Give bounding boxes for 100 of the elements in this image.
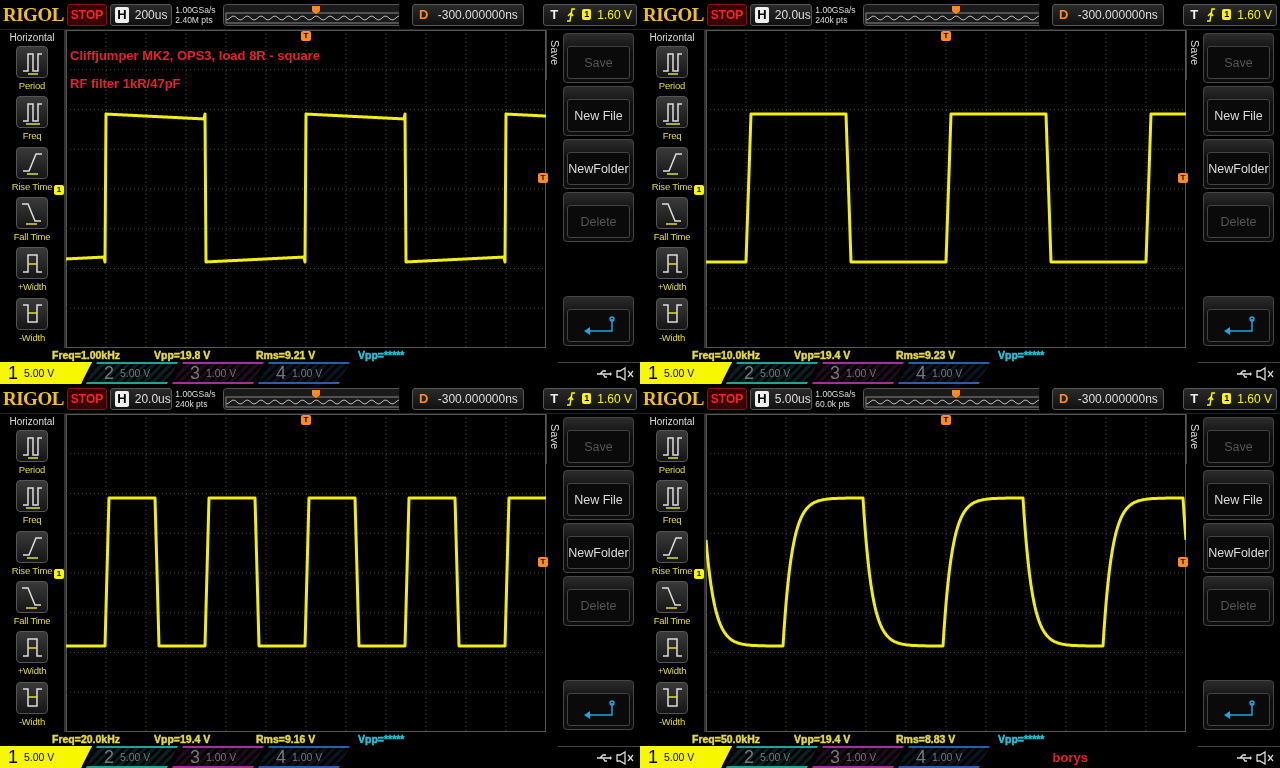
measurement-value: Freq=10.0kHz: [692, 349, 760, 361]
enter-button[interactable]: [563, 680, 634, 730]
measure-button[interactable]: [16, 480, 48, 513]
muted-speaker-icon: [1256, 750, 1274, 765]
delay-panel[interactable]: D -300.000000ns: [1051, 3, 1165, 26]
channel-tab[interactable]: 3 1.00 V: [812, 746, 904, 768]
measurement-value: Vpp=19.4 V: [154, 733, 211, 745]
channel-tab[interactable]: 1 5.00 V: [0, 746, 92, 768]
measure-button[interactable]: [16, 46, 48, 78]
channel-tab[interactable]: 4 1.00 V: [258, 746, 350, 768]
measure-button[interactable]: [656, 46, 688, 78]
menu-button[interactable]: NewFolder: [563, 523, 634, 573]
measure-button[interactable]: [16, 197, 48, 229]
channel-tab[interactable]: 3 1.00 V: [812, 362, 904, 384]
timebase-panel[interactable]: H 5.00us: [750, 387, 813, 410]
trigger-panel[interactable]: T 1 1.60 V: [543, 387, 637, 410]
measure-label: -Width: [658, 331, 686, 343]
timebase-panel[interactable]: H 200us: [110, 3, 173, 26]
run-status[interactable]: STOP: [706, 387, 748, 410]
measure-label: -Width: [18, 715, 46, 727]
measure-button[interactable]: [16, 631, 48, 664]
trigger-panel[interactable]: T 1 1.60 V: [543, 3, 637, 26]
channel-tab[interactable]: 3 1.00 V: [172, 362, 264, 384]
enter-button[interactable]: [1203, 680, 1274, 730]
sample-rate: 1.00GSa/s: [175, 388, 216, 399]
delay-panel[interactable]: D -300.000000ns: [411, 387, 525, 410]
memory-depth: 60.0k pts: [815, 398, 851, 409]
measure-button[interactable]: [656, 297, 688, 330]
channel-tab[interactable]: 1 5.00 V: [640, 362, 732, 384]
channel-tab[interactable]: 1 5.00 V: [640, 746, 732, 768]
trigger-position-marker: T: [301, 31, 311, 41]
measure-button[interactable]: [16, 146, 48, 179]
menu-button[interactable]: NewFolder: [1203, 523, 1274, 573]
muted-speaker-icon: [1256, 366, 1274, 381]
rising-edge-icon: [566, 7, 577, 22]
channel-tab[interactable]: 1 5.00 V: [0, 362, 92, 384]
measure-label: Fall Time: [653, 615, 691, 626]
trigger-panel[interactable]: T 1 1.60 V: [1183, 387, 1277, 410]
measure-label: Fall Time: [13, 615, 51, 626]
measure-button[interactable]: [656, 681, 688, 714]
channel-tab[interactable]: 2 5.00 V: [726, 362, 818, 384]
measure-button[interactable]: [16, 581, 48, 613]
enter-button[interactable]: [1203, 296, 1274, 346]
measurement-value: Freq=1.00kHz: [52, 349, 120, 361]
menu-title: Horizontal: [9, 31, 55, 45]
measure-button[interactable]: [656, 631, 688, 664]
annotation-text: RF filter 1kR/47pF: [70, 76, 181, 91]
menu-title: Horizontal: [9, 415, 55, 429]
measurement-value: Rms=9.21 V: [256, 349, 316, 361]
measure-button[interactable]: [656, 197, 688, 229]
measure-button[interactable]: [16, 297, 48, 330]
measure-button[interactable]: [656, 581, 688, 613]
delay-panel[interactable]: D -300.000000ns: [1051, 387, 1165, 410]
channel-tab[interactable]: 3 1.00 V: [172, 746, 264, 768]
measure-button[interactable]: [656, 96, 688, 129]
measure-button[interactable]: [656, 430, 688, 462]
muted-speaker-icon: [616, 750, 634, 765]
channel-tab[interactable]: 2 5.00 V: [86, 746, 178, 768]
delay-panel[interactable]: D -300.000000ns: [411, 3, 525, 26]
menu-button[interactable]: New File: [1203, 470, 1274, 520]
menu-button[interactable]: New File: [563, 470, 634, 520]
menu-button[interactable]: NewFolder: [563, 139, 634, 189]
trigger-panel[interactable]: T 1 1.60 V: [1183, 3, 1277, 26]
measure-button[interactable]: [656, 247, 688, 280]
measurement-value: Rms=8.83 V: [896, 733, 956, 745]
measure-label: Rise Time: [651, 180, 693, 192]
menu-button[interactable]: NewFolder: [1203, 139, 1274, 189]
menu-title: Horizontal: [649, 415, 695, 429]
trigger-position-marker: T: [941, 31, 951, 41]
measure-label: Fall Time: [653, 231, 691, 242]
measure-button[interactable]: [16, 530, 48, 563]
usb-icon: [1236, 368, 1252, 379]
measure-label: +Width: [17, 281, 47, 293]
timebase-panel[interactable]: H 20.0us: [110, 387, 173, 410]
measure-button[interactable]: [656, 480, 688, 513]
measure-button[interactable]: [16, 430, 48, 462]
enter-button[interactable]: [563, 296, 634, 346]
timebase-panel[interactable]: H 20.0us: [750, 3, 813, 26]
measure-button[interactable]: [16, 96, 48, 129]
measure-label: Period: [658, 464, 686, 475]
channel-tab[interactable]: 4 1.00 V: [898, 746, 990, 768]
channel-tab[interactable]: 2 5.00 V: [726, 746, 818, 768]
channel-tab[interactable]: 4 1.00 V: [258, 362, 350, 384]
run-status[interactable]: STOP: [66, 3, 108, 26]
run-status[interactable]: STOP: [66, 387, 108, 410]
menu-button[interactable]: New File: [563, 86, 634, 136]
measure-button[interactable]: [656, 146, 688, 179]
rising-edge-icon: [1206, 391, 1217, 406]
measure-button[interactable]: [16, 247, 48, 280]
run-status[interactable]: STOP: [706, 3, 748, 26]
brand-logo: RIGOL: [3, 3, 64, 26]
measurement-value: Freq=50.0kHz: [692, 733, 760, 745]
menu-button[interactable]: New File: [1203, 86, 1274, 136]
measure-button[interactable]: [16, 681, 48, 714]
measurement-value: Rms=9.23 V: [896, 349, 956, 361]
trigger-level-marker: T: [1178, 557, 1188, 567]
measure-button[interactable]: [656, 530, 688, 563]
measurement-value: Vpp=*****: [998, 733, 1045, 745]
channel-tab[interactable]: 2 5.00 V: [86, 362, 178, 384]
channel-tab[interactable]: 4 1.00 V: [898, 362, 990, 384]
